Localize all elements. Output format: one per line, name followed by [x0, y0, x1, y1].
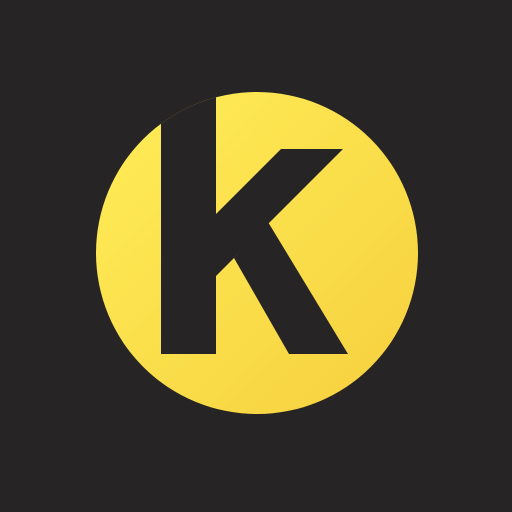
k-stem [161, 92, 216, 354]
k-logo-icon [96, 92, 418, 414]
app-icon-canvas [0, 0, 512, 512]
